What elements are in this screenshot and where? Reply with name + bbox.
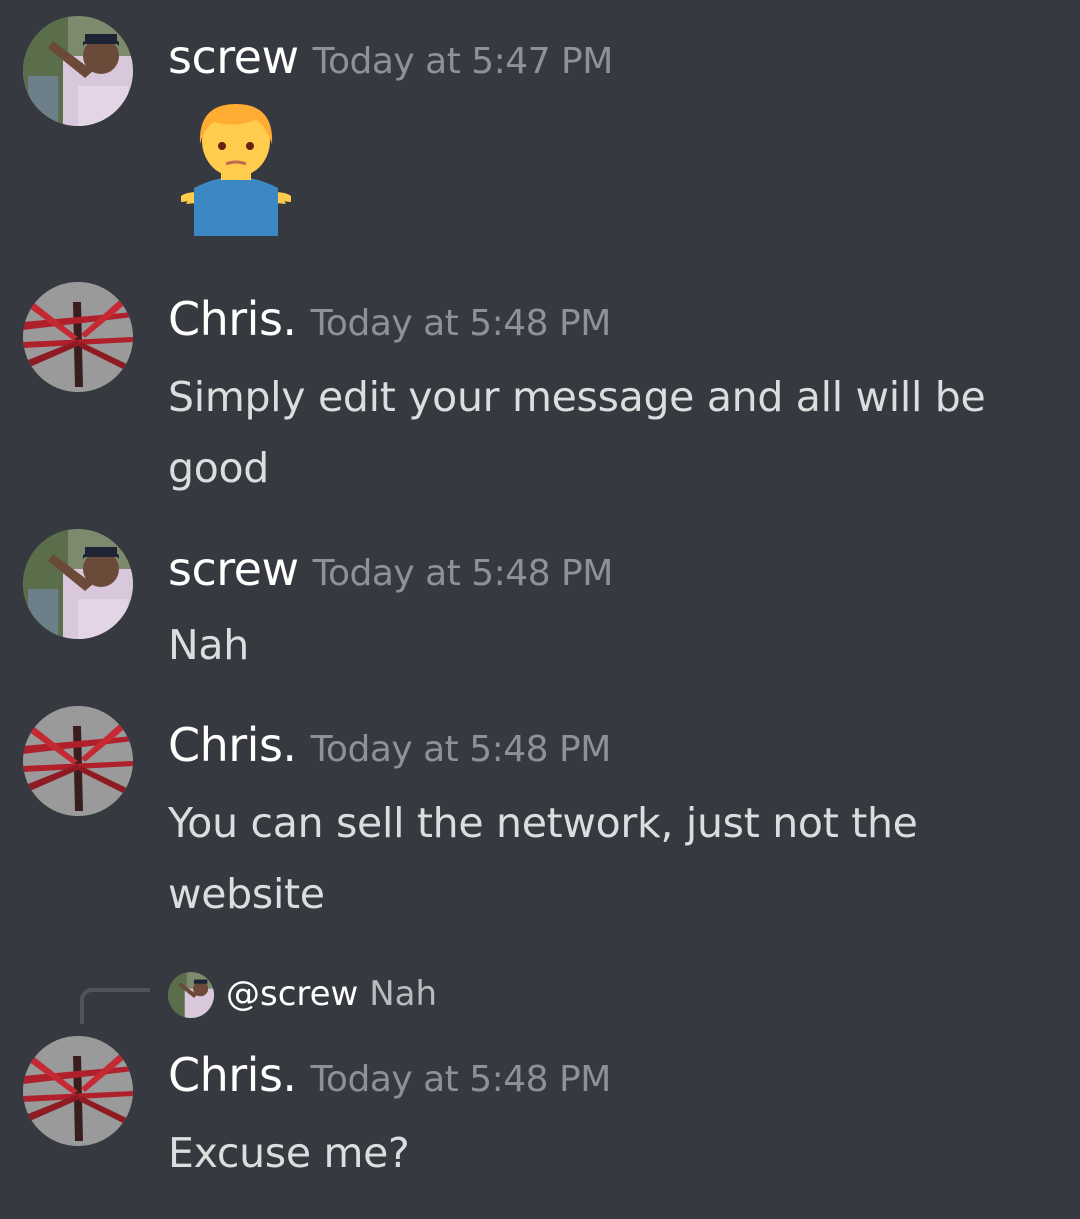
message-content: Nah bbox=[168, 610, 1038, 681]
message-header: Chris. Today at 5:48 PM bbox=[168, 718, 611, 772]
chat-message-list: screw Today at 5:47 PM Chris. Today at 5… bbox=[0, 0, 1080, 1219]
reply-text: @screw Nah bbox=[226, 974, 437, 1014]
username[interactable]: Chris. bbox=[168, 1048, 297, 1102]
chris-avatar-icon bbox=[23, 1036, 133, 1146]
message-header: screw Today at 5:47 PM bbox=[168, 30, 613, 84]
reply-snippet: Nah bbox=[369, 974, 438, 1014]
chris-avatar-icon bbox=[23, 282, 133, 392]
message-line: Nah bbox=[168, 621, 249, 669]
message-line: Simply edit your message and all will be bbox=[168, 373, 986, 421]
message-line: website bbox=[168, 870, 325, 918]
message-line: good bbox=[168, 444, 270, 492]
avatar[interactable] bbox=[23, 1036, 133, 1146]
avatar[interactable] bbox=[23, 282, 133, 392]
message-line: Excuse me? bbox=[168, 1129, 410, 1177]
message-header: Chris. Today at 5:48 PM bbox=[168, 1048, 611, 1102]
avatar[interactable] bbox=[23, 16, 133, 126]
reply-avatar bbox=[168, 972, 214, 1018]
username[interactable]: screw bbox=[168, 30, 299, 84]
reply-spine bbox=[80, 988, 150, 1024]
timestamp: Today at 5:47 PM bbox=[312, 41, 614, 82]
message-header: Chris. Today at 5:48 PM bbox=[168, 292, 611, 346]
message-content: You can sell the network, just not the w… bbox=[168, 788, 1038, 930]
username[interactable]: Chris. bbox=[168, 718, 297, 772]
username[interactable]: Chris. bbox=[168, 292, 297, 346]
reply-preview[interactable]: @screw Nah bbox=[80, 970, 680, 1030]
screw-avatar-icon bbox=[23, 16, 133, 126]
message-content: Excuse me? bbox=[168, 1118, 1038, 1189]
timestamp: Today at 5:48 PM bbox=[310, 303, 612, 344]
timestamp: Today at 5:48 PM bbox=[312, 553, 614, 594]
screw-avatar-icon bbox=[23, 529, 133, 639]
message-line: You can sell the network, just not the bbox=[168, 799, 918, 847]
screw-avatar-icon bbox=[168, 972, 214, 1018]
chris-avatar-icon bbox=[23, 706, 133, 816]
avatar[interactable] bbox=[23, 706, 133, 816]
avatar[interactable] bbox=[23, 529, 133, 639]
timestamp: Today at 5:48 PM bbox=[310, 729, 612, 770]
username[interactable]: screw bbox=[168, 542, 299, 596]
message-header: screw Today at 5:48 PM bbox=[168, 542, 613, 596]
shrug-man-emoji-icon bbox=[166, 96, 306, 236]
timestamp: Today at 5:48 PM bbox=[310, 1059, 612, 1100]
message-content: Simply edit your message and all will be… bbox=[168, 362, 1038, 504]
reply-mention[interactable]: @screw bbox=[226, 974, 358, 1014]
